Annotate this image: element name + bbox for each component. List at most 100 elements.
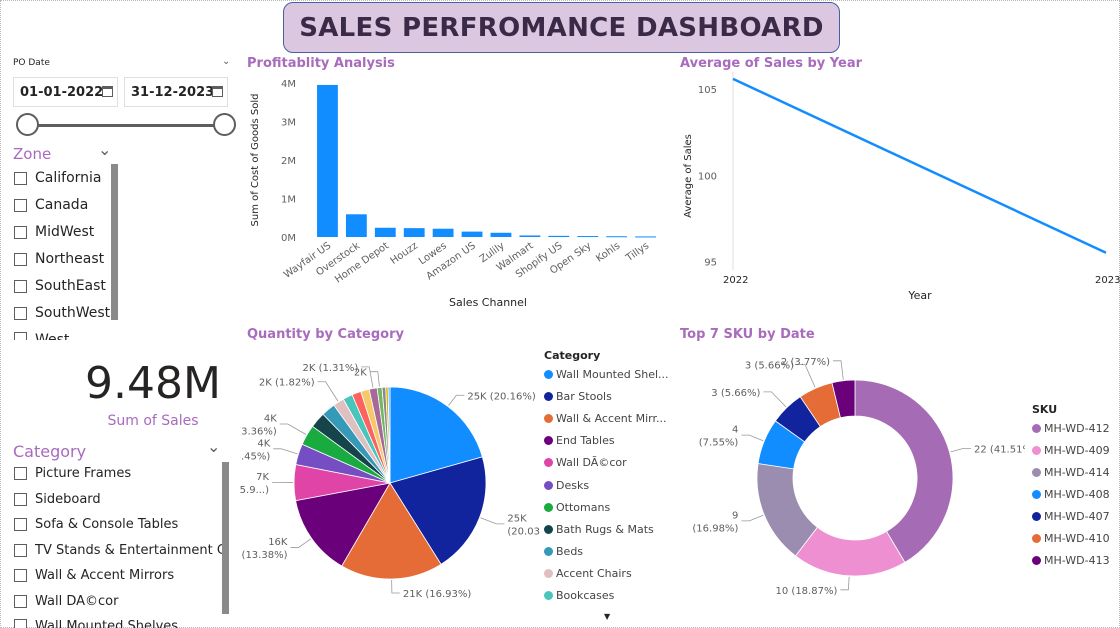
- slicer-option[interactable]: West: [14, 332, 110, 340]
- slicer-option[interactable]: Northeast: [14, 251, 110, 267]
- checkbox[interactable]: [14, 306, 27, 320]
- slicer-option[interactable]: MidWest: [14, 224, 110, 240]
- slicer-option-label: Wall DÃ©cor: [35, 593, 119, 609]
- zone-scrollbar[interactable]: [111, 164, 118, 320]
- slicer-option[interactable]: California: [14, 170, 110, 186]
- leader-line: [391, 579, 400, 594]
- legend-item[interactable]: End Tables: [544, 434, 615, 447]
- legend-marker: [1032, 534, 1041, 543]
- legend-item[interactable]: MH-WD-409: [1032, 444, 1110, 457]
- checkbox[interactable]: [14, 252, 27, 266]
- bar: [461, 231, 483, 237]
- checkbox[interactable]: [14, 543, 27, 557]
- legend-label: MH-WD-414: [1044, 466, 1110, 479]
- leader-line: [273, 448, 298, 455]
- checkbox[interactable]: [14, 467, 27, 480]
- legend-item[interactable]: Desks: [544, 479, 589, 492]
- legend-item[interactable]: Accent Chairs: [544, 567, 632, 580]
- legend-item[interactable]: Beds: [544, 545, 583, 558]
- bar: [490, 232, 512, 237]
- legend-item[interactable]: MH-WD-412: [1032, 422, 1110, 435]
- quantity-pie-chart: 25K (20.16%) 25K (20.03%) 21K (16.93%) 16K (1…: [240, 363, 540, 600]
- end-date-input[interactable]: 31-12-2023: [124, 77, 228, 107]
- legend-scroll-down-icon[interactable]: ▼: [604, 612, 610, 621]
- checkbox[interactable]: [14, 594, 27, 608]
- chevron-down-icon[interactable]: ⌄: [222, 56, 230, 67]
- legend-item[interactable]: Bookcases: [544, 589, 614, 602]
- bar: [432, 228, 454, 237]
- category-scrollbar[interactable]: [222, 462, 229, 614]
- legend-marker: [1032, 556, 1041, 565]
- checkbox[interactable]: [14, 619, 27, 628]
- legend-label: MH-WD-412: [1044, 422, 1110, 435]
- slicer-option[interactable]: Picture Frames: [14, 466, 222, 481]
- legend-item[interactable]: Wall DÃ©cor: [544, 456, 627, 469]
- calendar-icon[interactable]: [102, 86, 113, 97]
- checkbox[interactable]: [14, 171, 27, 185]
- checkbox[interactable]: [14, 332, 27, 340]
- x-tick-label: 2023: [1095, 275, 1120, 286]
- legend-item[interactable]: MH-WD-410: [1032, 532, 1110, 545]
- bar: [548, 235, 570, 237]
- legend-item[interactable]: Ottomans: [544, 501, 610, 514]
- legend-item[interactable]: MH-WD-408: [1032, 488, 1110, 501]
- checkbox[interactable]: [14, 518, 27, 531]
- slicer-option-label: TV Stands & Entertainment C...: [35, 542, 222, 558]
- legend-item[interactable]: Wall & Accent Mirr...: [544, 412, 666, 425]
- legend-label: MH-WD-413: [1044, 554, 1110, 567]
- slicer-option-label: Wall Mounted Shelves: [35, 619, 179, 628]
- leader-line: [840, 576, 850, 591]
- date-range-start-handle[interactable]: [16, 113, 39, 136]
- bar: [519, 235, 541, 237]
- legend-item[interactable]: Wall Mounted Shel...: [544, 368, 669, 381]
- leader-line: [833, 360, 844, 380]
- slicer-option[interactable]: SouthEast: [14, 278, 110, 294]
- legend-item[interactable]: MH-WD-407: [1032, 510, 1110, 523]
- calendar-icon[interactable]: [212, 86, 223, 97]
- legend-item[interactable]: Bar Stools: [544, 390, 612, 403]
- leader-line: [741, 434, 764, 442]
- data-label: 9: [732, 510, 738, 521]
- slicer-option[interactable]: Sideboard: [14, 492, 222, 507]
- avg-sales-line-chart: 95 100 105 2022 2023 Year Average of Sales: [683, 72, 1120, 302]
- legend-label: Ottomans: [556, 500, 611, 514]
- slicer-option[interactable]: SouthWest: [14, 305, 110, 321]
- end-date-value: 31-12-2023: [131, 84, 215, 100]
- checkbox[interactable]: [14, 569, 27, 582]
- slicer-option[interactable]: Wall Mounted Shelves: [14, 619, 222, 628]
- legend-label: Beds: [556, 544, 584, 558]
- checkbox[interactable]: [14, 225, 27, 239]
- legend-item[interactable]: MH-WD-414: [1032, 466, 1110, 479]
- slicer-option[interactable]: Canada: [14, 197, 110, 213]
- chevron-down-icon[interactable]: ⌄: [207, 437, 220, 456]
- start-date-value: 01-01-2022: [20, 84, 104, 100]
- date-range-track[interactable]: [24, 124, 226, 127]
- leader-line: [279, 423, 307, 435]
- legend-label: MH-WD-409: [1044, 444, 1110, 457]
- chevron-down-icon[interactable]: ⌄: [98, 140, 111, 159]
- slicer-option-label: California: [35, 170, 102, 186]
- date-range-end-handle[interactable]: [213, 113, 236, 136]
- data-label: 25K (20.16%): [467, 391, 535, 402]
- legend-marker: [544, 546, 553, 556]
- slicer-option[interactable]: TV Stands & Entertainment C...: [14, 543, 222, 558]
- y-tick-label: 95: [704, 257, 717, 268]
- legend-item[interactable]: MH-WD-413: [1032, 554, 1110, 567]
- checkbox[interactable]: [14, 492, 27, 506]
- slicer-option[interactable]: Wall & Accent Mirrors: [14, 568, 222, 583]
- avg-sales-title: Average of Sales by Year: [680, 56, 863, 71]
- slicer-option-label: MidWest: [35, 224, 95, 240]
- dashboard-title-box: SALES PERFROMANCE DASHBOARD: [283, 2, 840, 53]
- start-date-input[interactable]: 01-01-2022: [13, 77, 118, 107]
- slicer-option[interactable]: Wall DÃ©cor: [14, 594, 222, 609]
- checkbox[interactable]: [14, 279, 27, 293]
- data-label: 10 (18.87%): [776, 586, 838, 597]
- data-label: 3 (5.66%): [711, 388, 760, 399]
- category-legend-title: Category: [544, 349, 601, 362]
- profitability-bar-chart: 0M1M2M3M4MWayfair USOverstockHome DepotH…: [250, 79, 656, 309]
- legend-item[interactable]: Bath Rugs & Mats: [544, 523, 654, 536]
- data-label: (16.98%): [692, 523, 738, 534]
- checkbox[interactable]: [14, 198, 27, 212]
- zone-slicer-title: Zone: [13, 145, 52, 163]
- slicer-option[interactable]: Sofa & Console Tables: [14, 517, 222, 532]
